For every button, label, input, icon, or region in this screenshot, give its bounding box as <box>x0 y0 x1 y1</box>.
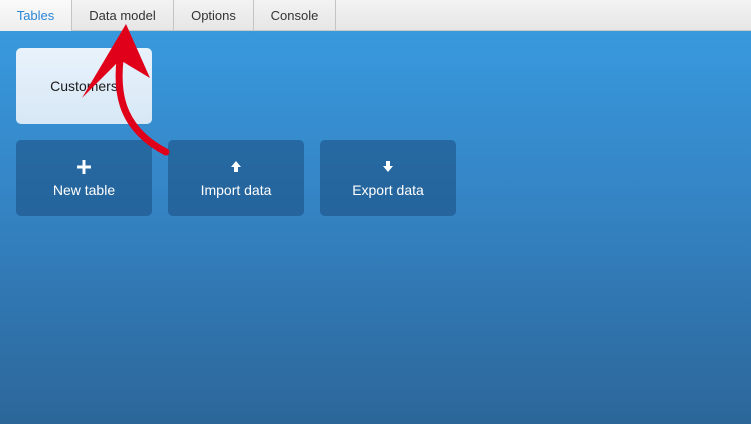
arrow-down-icon <box>378 157 398 177</box>
plus-icon <box>74 157 94 177</box>
tab-bar: Tables Data model Options Console <box>0 0 751 31</box>
app-window: Tables Data model Options Console Custom… <box>0 0 751 424</box>
arrow-up-icon <box>226 157 246 177</box>
tab-tables[interactable]: Tables <box>0 0 72 31</box>
tab-data-model[interactable]: Data model <box>72 0 174 31</box>
table-card-customers[interactable]: Customers <box>16 48 152 124</box>
import-data-label: Import data <box>200 182 272 198</box>
table-card-label: Customers <box>50 78 118 94</box>
export-data-button[interactable]: Export data <box>320 140 456 216</box>
new-table-label: New table <box>52 182 116 198</box>
tab-options[interactable]: Options <box>174 0 254 31</box>
tab-console[interactable]: Console <box>254 0 336 31</box>
import-data-button[interactable]: Import data <box>168 140 304 216</box>
new-table-button[interactable]: New table <box>16 140 152 216</box>
tables-panel: Customers New table Import data Export d… <box>0 31 751 424</box>
export-data-label: Export data <box>352 182 424 198</box>
